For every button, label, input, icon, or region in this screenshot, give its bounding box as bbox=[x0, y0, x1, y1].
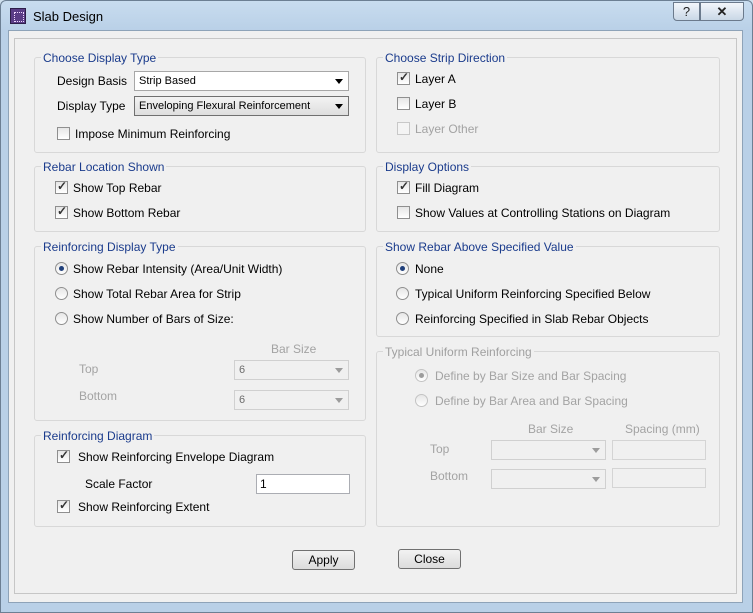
show-bottom-rebar-label: Show Bottom Rebar bbox=[73, 206, 181, 220]
design-basis-label: Design Basis bbox=[57, 74, 128, 88]
typical-bottom-spacing-input bbox=[612, 468, 706, 488]
scale-factor-input[interactable]: 1 bbox=[256, 474, 350, 494]
bottom-bar-size-value: 6 bbox=[239, 394, 246, 406]
typical-bottom-bar-size-select bbox=[491, 469, 606, 489]
show-bottom-rebar-checkbox[interactable] bbox=[55, 204, 68, 219]
chevron-down-icon bbox=[592, 448, 600, 453]
typical-uniform-label: Typical Uniform Reinforcing Specified Be… bbox=[415, 287, 651, 301]
display-type-label: Display Type bbox=[57, 99, 126, 113]
top-bar-size-value: 6 bbox=[239, 364, 246, 376]
app-icon bbox=[10, 8, 26, 24]
chevron-down-icon bbox=[335, 79, 343, 84]
by-size-spacing-label: Define by Bar Size and Bar Spacing bbox=[435, 369, 627, 383]
chevron-down-icon bbox=[592, 477, 600, 482]
reinforcing-extent-label: Show Reinforcing Extent bbox=[78, 500, 210, 514]
by-area-spacing-label: Define by Bar Area and Bar Spacing bbox=[435, 394, 628, 408]
legend-rebar-location: Rebar Location Shown bbox=[41, 160, 167, 174]
impose-min-checkbox[interactable] bbox=[57, 127, 70, 140]
legend-display-options: Display Options bbox=[383, 160, 472, 174]
fill-diagram-label: Fill Diagram bbox=[415, 181, 480, 195]
window-title: Slab Design bbox=[33, 9, 104, 24]
layer-a-label: Layer A bbox=[415, 72, 456, 86]
apply-button[interactable]: Apply bbox=[292, 550, 355, 570]
chevron-down-icon bbox=[335, 368, 343, 373]
reinforcing-extent-checkbox[interactable] bbox=[57, 498, 70, 513]
typical-bottom-label: Bottom bbox=[430, 469, 469, 483]
rebar-above-none-radio[interactable] bbox=[396, 262, 409, 275]
chevron-down-icon bbox=[335, 104, 343, 109]
rebar-intensity-radio[interactable] bbox=[55, 262, 68, 275]
legend-show-rebar-above: Show Rebar Above Specified Value bbox=[383, 240, 576, 254]
bottom-bar-size-select: 6 bbox=[234, 390, 349, 410]
display-type-select[interactable]: Enveloping Flexural Reinforcement bbox=[134, 96, 349, 116]
typical-top-bar-size-select bbox=[491, 440, 606, 460]
close-button[interactable]: Close bbox=[398, 549, 461, 569]
typical-bar-size-header: Bar Size bbox=[528, 422, 574, 436]
legend-reinforcing-diagram: Reinforcing Diagram bbox=[41, 429, 155, 443]
typical-top-label: Top bbox=[430, 442, 450, 456]
chevron-down-icon bbox=[335, 398, 343, 403]
slab-rebar-objects-radio[interactable] bbox=[396, 312, 409, 325]
top-bar-label: Top bbox=[79, 362, 99, 376]
slab-rebar-objects-label: Reinforcing Specified in Slab Rebar Obje… bbox=[415, 312, 649, 326]
total-rebar-area-radio[interactable] bbox=[55, 287, 68, 300]
show-top-rebar-checkbox[interactable] bbox=[55, 179, 68, 194]
show-top-rebar-label: Show Top Rebar bbox=[73, 181, 162, 195]
layer-b-checkbox[interactable] bbox=[397, 97, 410, 110]
show-values-checkbox[interactable] bbox=[397, 206, 410, 219]
layer-b-label: Layer B bbox=[415, 97, 457, 111]
group-display-options bbox=[376, 166, 720, 232]
design-basis-select[interactable]: Strip Based bbox=[134, 71, 349, 91]
close-window-button[interactable]: ✕ bbox=[700, 2, 744, 21]
bar-size-header: Bar Size bbox=[271, 342, 317, 356]
display-type-value: Enveloping Flexural Reinforcement bbox=[139, 100, 311, 112]
top-bar-size-select: 6 bbox=[234, 360, 349, 380]
layer-other-checkbox bbox=[397, 122, 410, 135]
fill-diagram-checkbox[interactable] bbox=[397, 179, 410, 194]
number-of-bars-label: Show Number of Bars of Size: bbox=[73, 312, 234, 326]
scale-factor-label: Scale Factor bbox=[85, 477, 153, 491]
envelope-diagram-checkbox[interactable] bbox=[57, 448, 70, 463]
layer-other-label: Layer Other bbox=[415, 122, 479, 136]
typical-top-spacing-input bbox=[612, 440, 706, 460]
title-bar[interactable]: Slab Design ? ✕ bbox=[1, 1, 752, 31]
group-rebar-location bbox=[34, 166, 366, 232]
typical-uniform-radio[interactable] bbox=[396, 287, 409, 300]
help-button[interactable]: ? bbox=[673, 2, 700, 21]
layer-a-checkbox[interactable] bbox=[397, 70, 410, 85]
legend-reinforcing-display: Reinforcing Display Type bbox=[41, 240, 178, 254]
by-size-spacing-radio bbox=[415, 369, 428, 382]
by-area-spacing-radio bbox=[415, 394, 428, 407]
bottom-bar-label: Bottom bbox=[79, 389, 118, 403]
show-values-label: Show Values at Controlling Stations on D… bbox=[415, 206, 671, 220]
design-basis-value: Strip Based bbox=[139, 75, 196, 87]
legend-strip-direction: Choose Strip Direction bbox=[383, 51, 508, 65]
envelope-diagram-label: Show Reinforcing Envelope Diagram bbox=[78, 450, 275, 464]
impose-min-label: Impose Minimum Reinforcing bbox=[75, 127, 231, 141]
total-rebar-area-label: Show Total Rebar Area for Strip bbox=[73, 287, 241, 301]
rebar-above-none-label: None bbox=[415, 262, 444, 276]
rebar-intensity-label: Show Rebar Intensity (Area/Unit Width) bbox=[73, 262, 283, 276]
number-of-bars-radio[interactable] bbox=[55, 312, 68, 325]
typical-spacing-header: Spacing (mm) bbox=[625, 422, 700, 436]
legend-display-type: Choose Display Type bbox=[41, 51, 159, 65]
legend-typical-uniform: Typical Uniform Reinforcing bbox=[383, 345, 534, 359]
